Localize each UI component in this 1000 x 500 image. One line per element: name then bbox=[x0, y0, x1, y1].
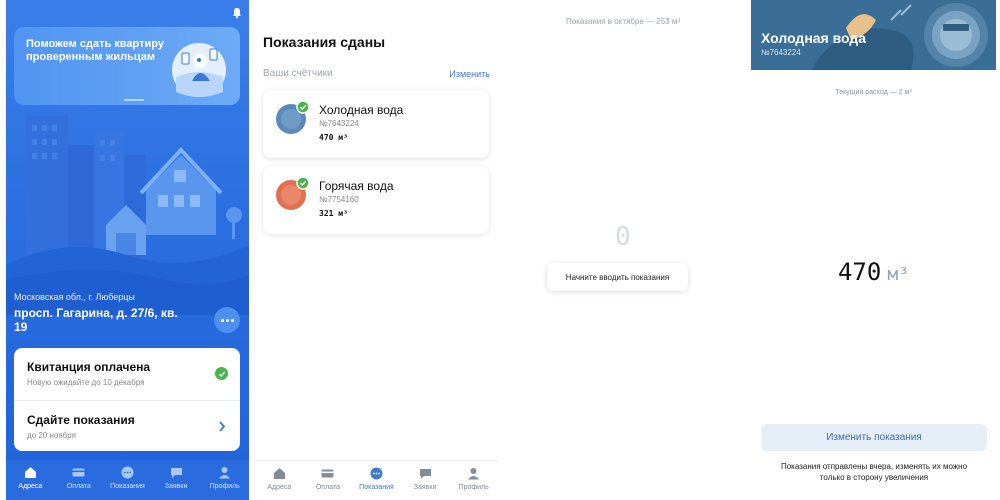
tab-payment[interactable]: Оплата bbox=[55, 460, 104, 500]
cold-water-meter-icon bbox=[276, 101, 309, 134]
card-icon bbox=[321, 469, 334, 478]
tab-addresses[interactable]: Адреса bbox=[6, 460, 55, 500]
meter-header: Холодная вода №7643224 bbox=[751, 0, 996, 70]
tab-requests[interactable]: Заявки bbox=[152, 460, 201, 500]
app-screens: Поможем сдать квартиру проверенным жильц… bbox=[0, 0, 1000, 500]
tab-requests[interactable]: Заявки bbox=[401, 461, 450, 500]
tab-label: Показания bbox=[110, 483, 145, 490]
submit-readings-card[interactable]: Сдайте показания до 20 ноября bbox=[14, 400, 240, 451]
meter-icon bbox=[121, 466, 134, 479]
section-label: Ваши счётчики bbox=[263, 68, 333, 79]
meter-title: Холодная вода bbox=[319, 103, 404, 117]
tab-label: Профиль bbox=[209, 483, 240, 490]
receipt-paid-card[interactable]: Квитанция оплачена Новую ожидайте до 10 … bbox=[14, 348, 240, 399]
meter-title: Горячая вода bbox=[319, 179, 394, 193]
tab-label: Оплата bbox=[315, 484, 340, 491]
tab-bar: Адреса Оплата Показания Заявки Профиль bbox=[6, 460, 249, 500]
chevron-right-icon bbox=[219, 421, 226, 432]
receipt-title: Квитанция оплачена bbox=[27, 360, 151, 374]
tab-readings[interactable]: Показания bbox=[352, 461, 401, 500]
home-icon bbox=[273, 468, 285, 479]
tab-label: Адреса bbox=[267, 484, 292, 491]
address-street: просп. Гагарина, д. 27/6, кв. 19 bbox=[14, 306, 178, 334]
status-card-group: Квитанция оплачена Новую ожидайте до 10 … bbox=[14, 348, 240, 451]
meter-value: 321 м³ bbox=[319, 209, 348, 218]
home-icon bbox=[24, 467, 36, 478]
meter-value: 470 м³ bbox=[319, 133, 348, 142]
addresses-screen: Поможем сдать квартиру проверенным жильц… bbox=[6, 0, 249, 500]
tab-readings[interactable]: Показания bbox=[103, 460, 152, 500]
submit-readings-title: Сдайте показания bbox=[27, 413, 135, 427]
change-readings-button[interactable]: Изменить показания bbox=[761, 424, 987, 451]
tab-label: Показания bbox=[359, 484, 394, 491]
meter-title: Холодная вода bbox=[761, 30, 867, 46]
meter-detail-screen: Холодная вода №7643224 Текущий расход — … bbox=[751, 0, 996, 500]
page-title: Показания сданы bbox=[263, 34, 386, 50]
tab-addresses[interactable]: Адреса bbox=[255, 461, 304, 500]
tab-payment[interactable]: Оплата bbox=[304, 461, 353, 500]
previous-month-reading: Показания в октябре — 253 м³ bbox=[566, 17, 680, 26]
tab-profile[interactable]: Профиль bbox=[449, 461, 498, 500]
meter-number: №7643224 bbox=[761, 48, 801, 57]
user-icon bbox=[468, 468, 480, 480]
readings-note: Показания отправлены вчера, изменять их … bbox=[780, 462, 968, 482]
promo-banner[interactable]: Поможем сдать квартиру проверенным жильц… bbox=[14, 27, 240, 105]
reading-number: 470 bbox=[837, 258, 882, 286]
meter-card-cold-water[interactable]: Холодная вода №7643224 470 м³ bbox=[263, 90, 489, 158]
edit-link[interactable]: Изменить bbox=[449, 69, 490, 79]
reading-unit: м³ bbox=[887, 264, 910, 285]
bell-icon[interactable] bbox=[231, 7, 243, 19]
meter-icon bbox=[370, 467, 383, 480]
more-options-button[interactable] bbox=[214, 307, 240, 333]
chat-icon bbox=[170, 468, 182, 478]
hot-water-meter-icon bbox=[276, 177, 309, 210]
input-hint-tooltip: Начните вводить показания bbox=[547, 263, 688, 291]
tab-label: Заявки bbox=[164, 483, 188, 490]
tab-label: Оплата bbox=[66, 483, 91, 490]
reading-input[interactable]: 0 bbox=[503, 222, 743, 252]
meter-number: №7643224 bbox=[319, 119, 359, 128]
meter-card-hot-water[interactable]: Горячая вода №7754160 321 м³ bbox=[263, 166, 489, 234]
meters-screen: Показания сданы Ваши счётчики Изменить Х… bbox=[255, 0, 498, 500]
tab-profile[interactable]: Профиль bbox=[200, 460, 249, 500]
receipt-subtitle: Новую ожидайте до 10 декабря bbox=[27, 378, 145, 387]
tab-label: Профиль bbox=[458, 484, 489, 491]
card-icon bbox=[72, 468, 85, 477]
chat-icon bbox=[419, 469, 431, 479]
city-illustration bbox=[6, 115, 249, 315]
tab-label: Заявки bbox=[413, 484, 437, 491]
current-consumption: Текущий расход — 2 м³ bbox=[835, 89, 912, 96]
promo-illustration bbox=[172, 43, 226, 97]
promo-text: Поможем сдать квартиру проверенным жильц… bbox=[26, 38, 164, 63]
reading-value: 470 м³ bbox=[751, 258, 996, 286]
tab-bar: Адреса Оплата Показания Заявки Профиль bbox=[255, 460, 498, 500]
user-icon bbox=[219, 467, 231, 479]
enter-readings-screen: Показания в октябре — 253 м³ 0 Начните в… bbox=[503, 0, 743, 500]
tab-label: Адреса bbox=[18, 483, 43, 490]
meter-number: №7754160 bbox=[319, 195, 359, 204]
check-icon bbox=[215, 367, 228, 380]
submit-readings-deadline: до 20 ноября bbox=[27, 431, 76, 440]
address-region: Московская обл., г. Люберцы bbox=[14, 292, 135, 302]
